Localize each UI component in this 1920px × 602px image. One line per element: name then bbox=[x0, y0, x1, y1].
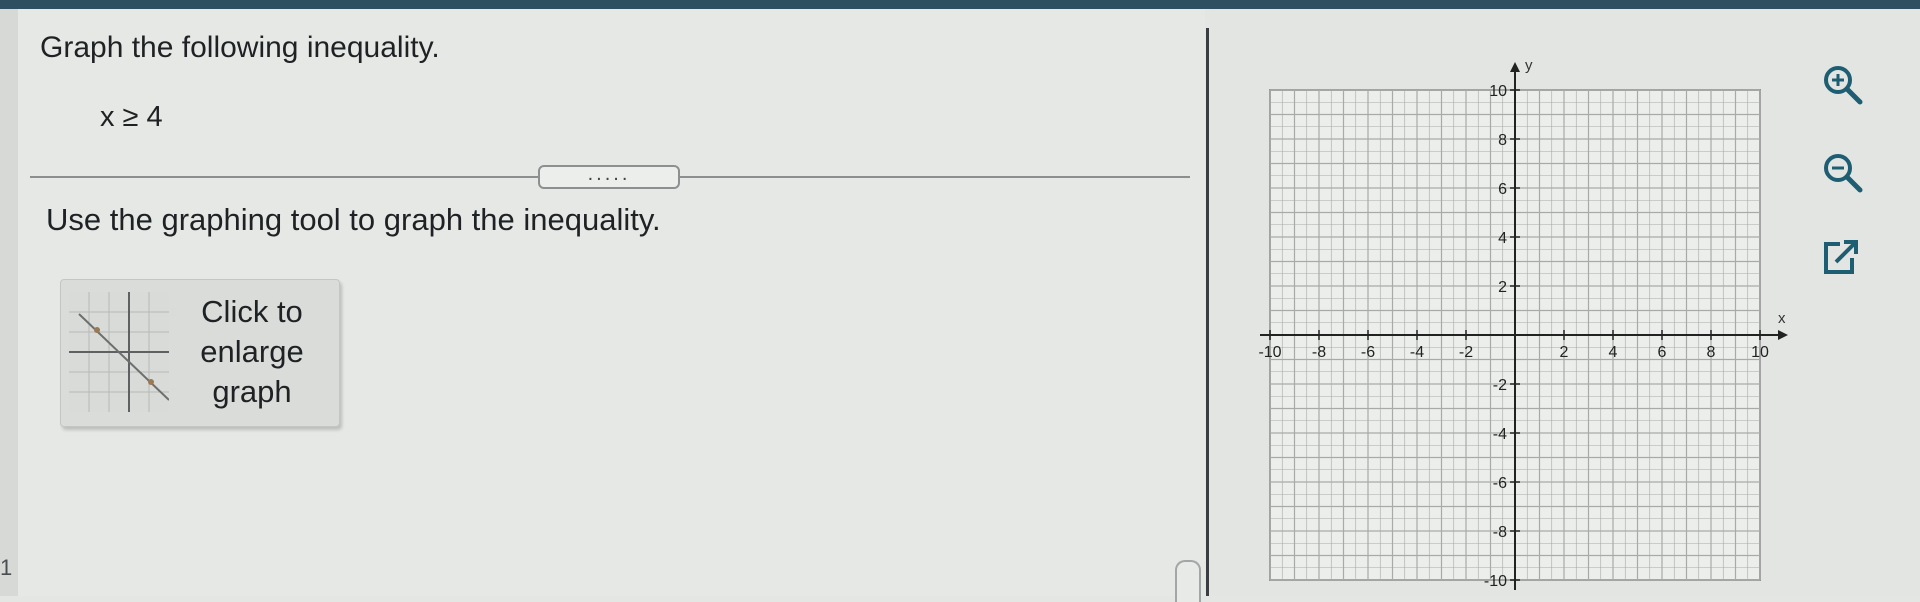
y-tick-label: -6 bbox=[1493, 475, 1507, 492]
coordinate-graph[interactable]: x y -10 -8 -6 -4 -2 2 4 6 8 10 10 8 6 4 2 -2 -4 -6 -8 -10 bbox=[1250, 40, 1790, 596]
x-axis-arrow bbox=[1778, 330, 1788, 340]
y-tick-label: 8 bbox=[1498, 132, 1507, 149]
x-tick-label: 8 bbox=[1707, 344, 1716, 361]
enlarge-label-line1: Click to bbox=[201, 294, 303, 329]
x-tick-label: 10 bbox=[1751, 344, 1769, 361]
x-tick-label: -4 bbox=[1410, 344, 1424, 361]
inequality-text: x ≥ 4 bbox=[100, 101, 163, 133]
enlarge-graph-button[interactable]: Click to enlarge graph bbox=[60, 279, 340, 427]
x-tick-label: 6 bbox=[1658, 344, 1667, 361]
y-tick-label: 10 bbox=[1489, 83, 1507, 100]
page-number: 1 bbox=[0, 555, 13, 580]
expand-more-button[interactable]: ..... bbox=[538, 164, 680, 189]
enlarge-label-line2: enlarge bbox=[200, 334, 304, 369]
y-tick-label: -8 bbox=[1493, 524, 1507, 541]
x-tick-label: 4 bbox=[1609, 344, 1618, 361]
x-tick-label: 2 bbox=[1560, 344, 1569, 361]
x-tick-label: -8 bbox=[1312, 344, 1326, 361]
x-tick-label: -10 bbox=[1258, 344, 1281, 361]
graph-thumbnail-icon bbox=[69, 292, 169, 412]
zoom-in-icon bbox=[1824, 66, 1863, 105]
y-tick-label: 2 bbox=[1498, 279, 1507, 296]
graph-canvas[interactable]: x y -10 -8 -6 -4 -2 2 4 6 8 10 10 8 6 4 2 -2 -4 -6 -8 -10 bbox=[1250, 40, 1790, 596]
y-tick-label: -10 bbox=[1484, 573, 1507, 590]
question-title: Graph the following inequality. bbox=[40, 31, 440, 64]
instruction-text: Use the graphing tool to graph the inequ… bbox=[46, 202, 661, 237]
popout-button[interactable] bbox=[1818, 236, 1862, 280]
enlarge-graph-label: Click to enlarge graph bbox=[177, 292, 327, 412]
x-tick-label: -6 bbox=[1361, 344, 1375, 361]
zoom-out-button[interactable] bbox=[1820, 150, 1864, 194]
y-tick-label: 6 bbox=[1498, 181, 1507, 198]
zoom-out-icon bbox=[1824, 154, 1863, 193]
top-bar bbox=[0, 0, 1920, 9]
external-link-icon bbox=[1824, 240, 1858, 274]
zoom-in-button[interactable] bbox=[1820, 62, 1864, 106]
y-tick-label: -4 bbox=[1493, 426, 1507, 443]
panel-splitter[interactable] bbox=[1206, 28, 1209, 596]
left-edge bbox=[0, 9, 18, 596]
x-tick-label: -2 bbox=[1459, 344, 1473, 361]
x-axis-label: x bbox=[1778, 310, 1786, 327]
enlarge-label-line3: graph bbox=[212, 374, 292, 409]
y-axis-arrow bbox=[1510, 62, 1520, 72]
y-axis-label: y bbox=[1525, 57, 1533, 74]
y-tick-label: -2 bbox=[1493, 377, 1507, 394]
y-tick-label: 4 bbox=[1498, 230, 1507, 247]
